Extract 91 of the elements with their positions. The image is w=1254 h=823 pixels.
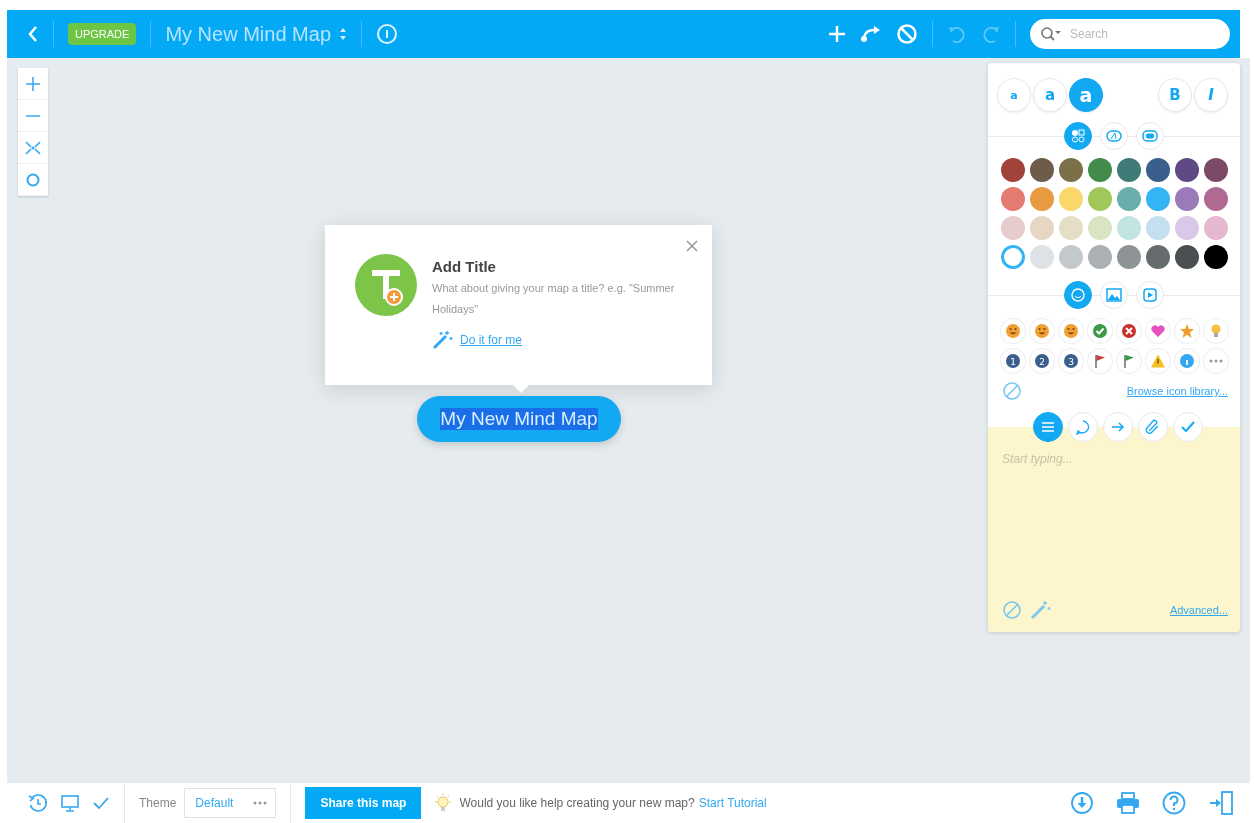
- monitor-icon[interactable]: [60, 793, 80, 813]
- magic-wand-icon[interactable]: [1030, 600, 1052, 620]
- color-swatch[interactable]: [1146, 245, 1170, 269]
- media-tab[interactable]: [1064, 281, 1092, 309]
- checkmark-icon[interactable]: [92, 795, 110, 811]
- color-swatch[interactable]: [1059, 187, 1083, 211]
- image-icon: [1106, 288, 1122, 302]
- more-icon: [253, 801, 268, 805]
- font-size-button[interactable]: a: [997, 78, 1031, 112]
- central-node[interactable]: My New Mind Map: [417, 396, 621, 442]
- node-text: My New Mind Map: [440, 408, 598, 430]
- popup-title: Add Title: [432, 258, 497, 275]
- border-icon: [1142, 130, 1158, 142]
- color-swatch[interactable]: [1117, 245, 1141, 269]
- lines-icon: [1042, 422, 1054, 432]
- magic-wand-icon: [432, 330, 454, 350]
- close-icon[interactable]: [686, 240, 698, 252]
- help-prompt: Would you like help creating your new map?: [459, 796, 695, 810]
- search-field[interactable]: Search: [1030, 19, 1230, 49]
- color-swatch[interactable]: [1030, 216, 1054, 240]
- prohibited-icon[interactable]: [1002, 381, 1022, 401]
- color-swatch[interactable]: [1117, 187, 1141, 211]
- back-icon[interactable]: [27, 25, 39, 43]
- share-button[interactable]: Share this map: [305, 787, 422, 819]
- target-icon[interactable]: [25, 171, 41, 188]
- bulb-icon: [433, 792, 454, 814]
- arrow-icon: [1111, 421, 1125, 433]
- do-it-link[interactable]: Do it for me: [460, 333, 522, 347]
- color-swatch[interactable]: [1146, 216, 1170, 240]
- color-swatch[interactable]: [1088, 245, 1112, 269]
- download-icon[interactable]: [1070, 791, 1094, 815]
- color-swatch[interactable]: [1030, 187, 1054, 211]
- connect-icon[interactable]: [860, 25, 882, 43]
- color-swatch[interactable]: [1088, 187, 1112, 211]
- help-icon[interactable]: [1162, 791, 1186, 815]
- theme-value: Default: [195, 796, 234, 810]
- browse-icons-link[interactable]: Browse icon library...: [1126, 385, 1228, 397]
- font-size-button[interactable]: a: [1069, 78, 1103, 112]
- font-size-button[interactable]: a: [1033, 78, 1067, 112]
- color-swatch[interactable]: [1146, 158, 1170, 182]
- color-swatch[interactable]: [1001, 158, 1025, 182]
- color-swatch[interactable]: [1001, 245, 1025, 269]
- color-swatch[interactable]: [1001, 216, 1025, 240]
- fit-arrows-icon[interactable]: [25, 140, 41, 155]
- map-title[interactable]: My New Mind Map: [165, 22, 331, 46]
- tutorial-link[interactable]: Start Tutorial: [698, 796, 767, 810]
- color-swatch[interactable]: [1204, 216, 1228, 240]
- title-badge-icon: [354, 253, 418, 317]
- color-swatch[interactable]: [1001, 187, 1025, 211]
- play-icon: [1143, 288, 1157, 302]
- color-swatch[interactable]: [1204, 158, 1228, 182]
- color-swatch[interactable]: [1204, 245, 1228, 269]
- color-swatch[interactable]: [1175, 245, 1199, 269]
- advanced-link[interactable]: Advanced...: [1169, 604, 1228, 616]
- smiley-icon: [1071, 288, 1085, 302]
- style-tab[interactable]: [1064, 122, 1092, 150]
- color-swatch[interactable]: [1117, 216, 1141, 240]
- theme-selector[interactable]: Default: [184, 788, 277, 818]
- printer-icon[interactable]: [1116, 792, 1140, 814]
- color-swatch[interactable]: [1059, 158, 1083, 182]
- zoom-out-icon[interactable]: [26, 113, 40, 118]
- shape-icon: [1106, 130, 1122, 142]
- history-icon[interactable]: [28, 793, 48, 813]
- speech-bubble-icon: [1075, 419, 1091, 435]
- palette-icon: [1071, 129, 1085, 143]
- upgrade-button[interactable]: UPGRADE: [68, 23, 137, 45]
- paperclip-icon: [1145, 419, 1161, 435]
- color-swatch[interactable]: [1030, 245, 1054, 269]
- color-swatch[interactable]: [1175, 158, 1199, 182]
- color-swatch[interactable]: [1175, 216, 1199, 240]
- plus-icon[interactable]: [828, 25, 846, 43]
- color-swatch[interactable]: [1175, 187, 1199, 211]
- color-swatch[interactable]: [1204, 187, 1228, 211]
- color-swatch[interactable]: [1146, 187, 1170, 211]
- prohibited-icon[interactable]: [1002, 600, 1022, 620]
- popup-text: What about giving your map a title? e.g. "Summer Holidays": [432, 281, 676, 317]
- color-swatch[interactable]: [1059, 245, 1083, 269]
- color-swatch[interactable]: [1030, 158, 1054, 182]
- italic-button[interactable]: I: [1194, 78, 1228, 112]
- theme-label: Theme: [139, 796, 177, 810]
- bold-button[interactable]: B: [1158, 78, 1192, 112]
- color-swatch[interactable]: [1088, 216, 1112, 240]
- color-swatch[interactable]: [1059, 216, 1083, 240]
- checkmark-icon: [1181, 421, 1195, 433]
- color-swatch[interactable]: [1088, 158, 1112, 182]
- note-tab[interactable]: [1033, 412, 1063, 442]
- sort-arrows-icon[interactable]: [339, 27, 347, 41]
- info-icon[interactable]: [376, 23, 398, 45]
- exit-icon[interactable]: [1208, 790, 1234, 816]
- color-swatch[interactable]: [1117, 158, 1141, 182]
- zoom-in-icon[interactable]: [26, 76, 40, 91]
